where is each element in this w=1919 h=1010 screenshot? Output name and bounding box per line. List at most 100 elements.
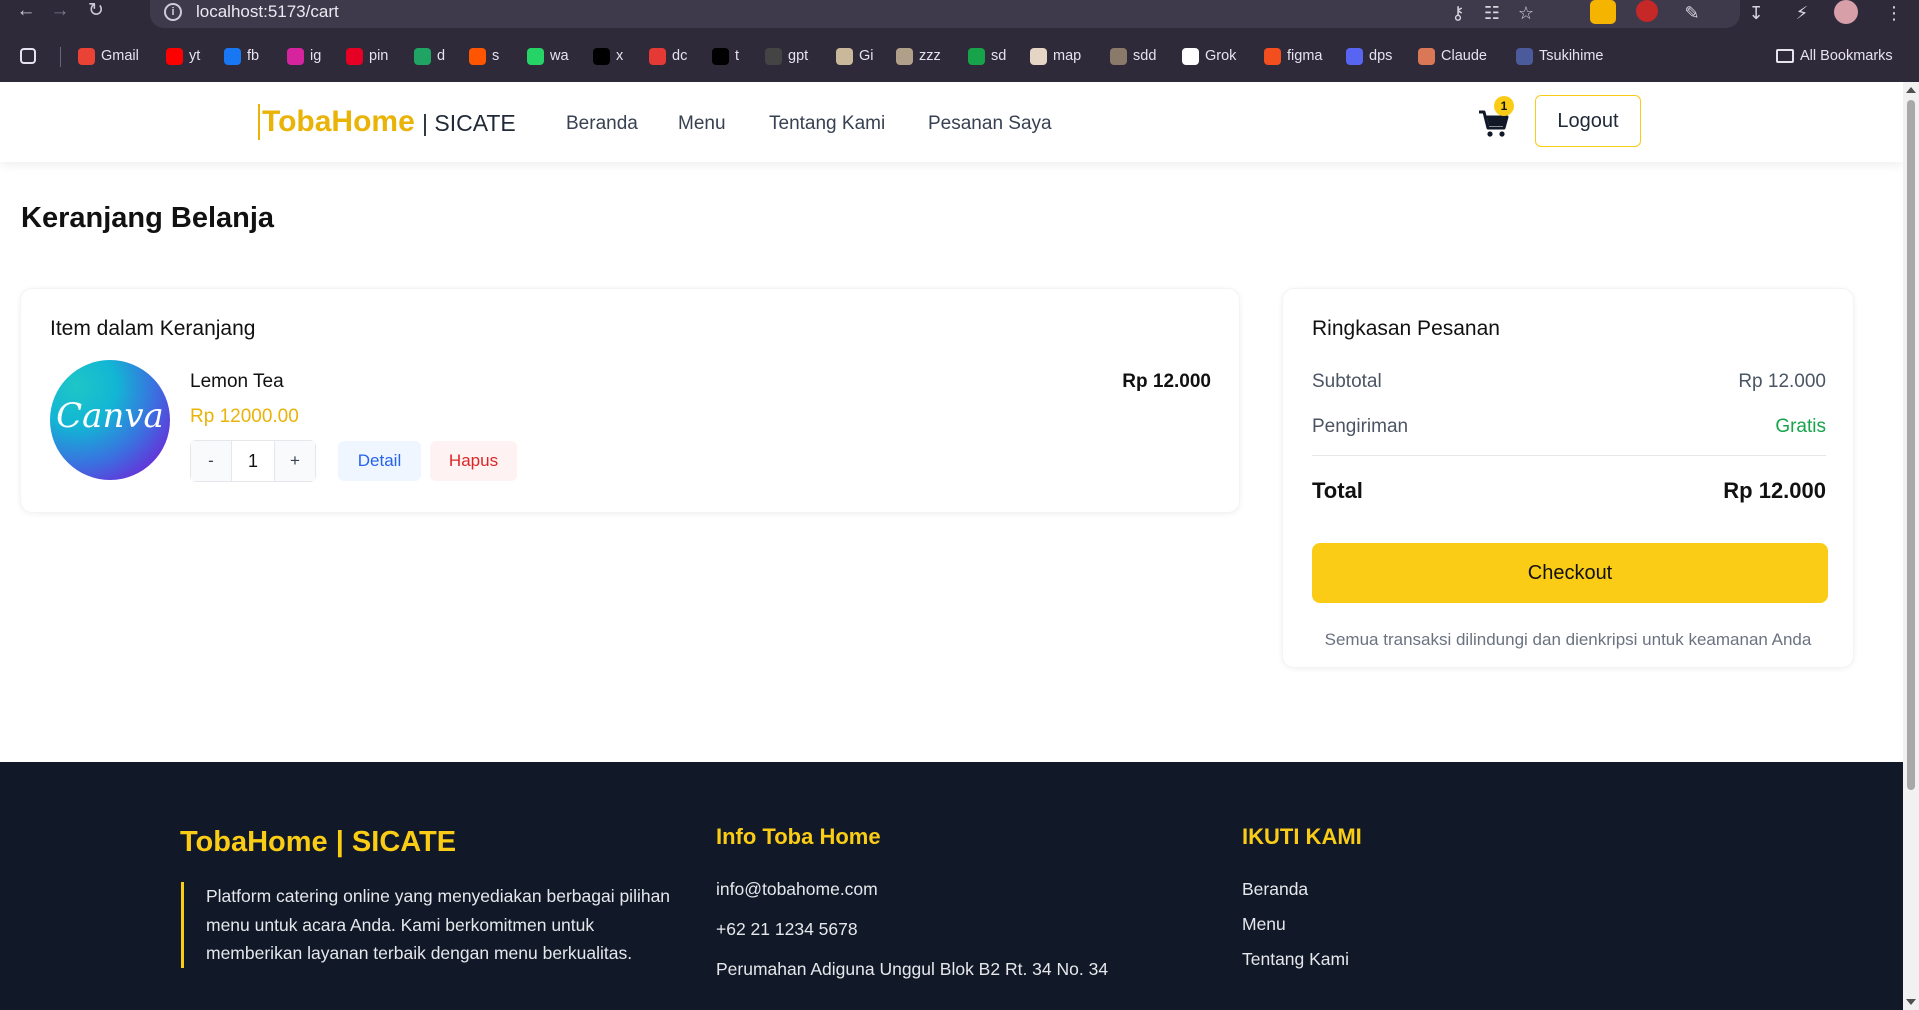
bookmark-s-icon: [469, 47, 486, 65]
shipping-row: Pengiriman Gratis: [1312, 416, 1826, 438]
logo[interactable]: TobaHome: [258, 104, 415, 140]
product-thumbnail: Canva: [50, 360, 170, 480]
bookmark-sdd[interactable]: sdd: [1110, 45, 1156, 67]
bookmark-figma[interactable]: figma: [1264, 45, 1322, 67]
bookmark-x[interactable]: x: [593, 45, 623, 67]
bookmark-label: sdd: [1133, 48, 1157, 64]
reload-icon[interactable]: ↻: [82, 0, 110, 22]
security-note: Semua transaksi dilindungi dan dienkrips…: [1324, 630, 1812, 649]
extension-block-icon[interactable]: [1636, 0, 1658, 22]
bookmark-dc[interactable]: dc: [649, 45, 687, 67]
bookmark-wa[interactable]: wa: [527, 45, 569, 67]
footer-phone[interactable]: +62 21 1234 5678: [716, 919, 858, 940]
quantity-decrease-button[interactable]: -: [191, 441, 231, 481]
url-text[interactable]: localhost:5173/cart: [196, 2, 339, 22]
bookmark-dps-icon: [1346, 47, 1363, 65]
bookmark-ig-icon: [287, 47, 304, 65]
forward-icon[interactable]: →: [46, 0, 74, 22]
bookmark-fb[interactable]: fb: [224, 45, 259, 67]
footer-link-menu[interactable]: Menu: [1242, 914, 1286, 935]
footer-info-title: Info Toba Home: [716, 824, 881, 849]
extension-yellow-icon[interactable]: [1590, 0, 1616, 24]
shipping-value: Gratis: [1775, 416, 1826, 437]
bookmark-yt[interactable]: yt: [166, 45, 200, 67]
scroll-thumb[interactable]: [1907, 100, 1915, 790]
bookmark-label: Gmail: [101, 48, 139, 64]
footer-link-beranda[interactable]: Beranda: [1242, 879, 1308, 900]
item-unit-price: Rp 12000.00: [190, 406, 299, 427]
bookmark-fb-icon: [224, 47, 241, 65]
password-key-icon[interactable]: ⚷: [1446, 1, 1470, 25]
bookmark-sdd-icon: [1110, 47, 1127, 65]
bookmark-gpt[interactable]: gpt: [765, 45, 808, 67]
bookmark-star-icon[interactable]: ☆: [1514, 1, 1538, 25]
footer-brand: TobaHome | SICATE: [180, 826, 457, 858]
bookmarks-bar: Gmail yt fb ig pin d s wa x dc t gpt Gi zzz sd map sdd Gr…: [0, 40, 1919, 70]
bookmark-gmail[interactable]: Gmail: [78, 45, 139, 67]
bookmark-label: t: [735, 48, 740, 64]
all-bookmarks-label: All Bookmarks: [1800, 48, 1893, 64]
logo-subtitle: | SICATE: [422, 110, 516, 136]
logout-button[interactable]: Logout: [1535, 95, 1641, 147]
all-bookmarks[interactable]: All Bookmarks: [1776, 45, 1893, 67]
apps-grid-icon[interactable]: [20, 45, 36, 67]
bookmark-dps[interactable]: dps: [1346, 45, 1392, 67]
page-scrollbar[interactable]: [1903, 82, 1919, 1010]
bookmark-zzz[interactable]: zzz: [896, 45, 941, 67]
download-icon[interactable]: ↧: [1744, 1, 1768, 25]
bookmark-label: x: [616, 48, 624, 64]
bookmark-x-icon: [593, 47, 610, 65]
bookmark-map[interactable]: map: [1030, 45, 1081, 67]
bookmark-label: dps: [1369, 48, 1393, 64]
bookmark-claude-icon: [1418, 47, 1435, 65]
scroll-down-arrow[interactable]: [1906, 999, 1916, 1005]
bookmark-sd[interactable]: sd: [968, 45, 1006, 67]
bookmark-gi[interactable]: Gi: [836, 45, 874, 67]
total-label: Total: [1312, 478, 1363, 503]
bookmark-s[interactable]: s: [469, 45, 499, 67]
site-header: TobaHome | SICATE Beranda Menu Tentang K…: [0, 82, 1903, 162]
bookmark-grok-icon: [1182, 47, 1199, 65]
browser-chrome: ← → ↻ i localhost:5173/cart ⚷ ☷ ☆ ✎ ↧ ⚡ …: [0, 0, 1919, 82]
detail-button[interactable]: Detail: [338, 441, 421, 481]
shipping-label: Pengiriman: [1312, 416, 1409, 437]
bookmark-label: ig: [310, 48, 322, 64]
performance-icon[interactable]: ⚡: [1790, 1, 1814, 25]
bookmark-label: s: [492, 48, 500, 64]
bookmark-ig[interactable]: ig: [287, 45, 321, 67]
site-footer: TobaHome | SICATE Platform catering onli…: [0, 762, 1903, 1010]
nav-pesanan-saya[interactable]: Pesanan Saya: [928, 112, 1052, 136]
nav-beranda[interactable]: Beranda: [566, 112, 638, 136]
scroll-up-arrow[interactable]: [1906, 87, 1916, 93]
nav-tentang-kami[interactable]: Tentang Kami: [769, 112, 885, 136]
site-info-icon[interactable]: i: [164, 3, 182, 21]
back-icon[interactable]: ←: [12, 0, 40, 22]
menu-kebab-icon[interactable]: ⋮: [1882, 1, 1906, 25]
bookmark-t[interactable]: t: [712, 45, 739, 67]
bookmark-grok[interactable]: Grok: [1182, 45, 1236, 67]
bookmark-d[interactable]: d: [414, 45, 445, 67]
bookmark-d-icon: [414, 47, 431, 65]
nav-menu[interactable]: Menu: [678, 112, 726, 136]
bookmark-claude[interactable]: Claude: [1418, 45, 1487, 67]
profile-avatar[interactable]: [1834, 0, 1858, 24]
bookmark-label: Gi: [859, 48, 874, 64]
footer-link-tentang-kami[interactable]: Tentang Kami: [1242, 949, 1349, 970]
bookmark-wa-icon: [527, 47, 544, 65]
bookmark-tsukihime-icon: [1516, 47, 1533, 65]
quantity-increase-button[interactable]: +: [275, 441, 315, 481]
bookmark-gmail-icon: [78, 47, 95, 65]
translate-icon[interactable]: ☷: [1480, 1, 1504, 25]
total-value: Rp 12.000: [1723, 478, 1826, 503]
bookmark-pin[interactable]: pin: [346, 45, 388, 67]
address-bar[interactable]: i localhost:5173/cart ⚷ ☷ ☆: [150, 0, 1740, 28]
item-name: Lemon Tea: [190, 371, 284, 392]
order-summary-title: Ringkasan Pesanan: [1312, 317, 1500, 340]
bookmark-label: yt: [189, 48, 201, 64]
checkout-button[interactable]: Checkout: [1312, 543, 1828, 603]
extensions-puzzle-icon[interactable]: ✎: [1680, 1, 1704, 25]
footer-email[interactable]: info@tobahome.com: [716, 879, 878, 900]
bookmark-tsukihime[interactable]: Tsukihime: [1516, 45, 1603, 67]
remove-button[interactable]: Hapus: [430, 441, 517, 481]
bookmark-label: gpt: [788, 48, 809, 64]
